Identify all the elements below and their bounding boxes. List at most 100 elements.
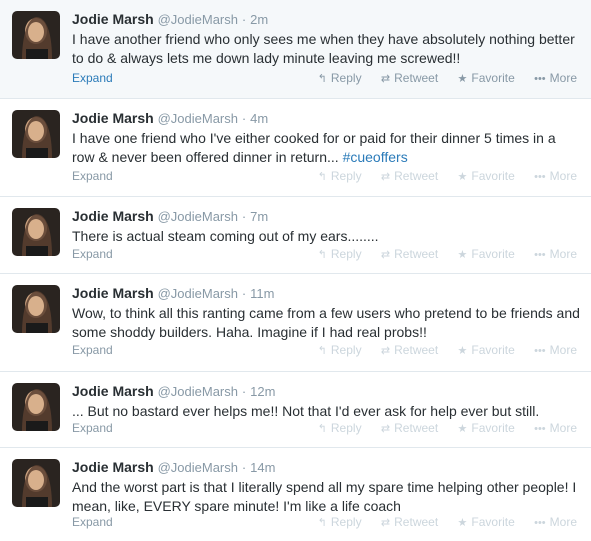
tweet-text: There is actual steam coming out of my e…	[72, 227, 581, 246]
tweet-timestamp[interactable]: 12m	[250, 384, 275, 399]
more-dots-icon: •••	[534, 423, 546, 435]
favorite-button[interactable]: ★ Favorite	[458, 246, 515, 263]
expand-link[interactable]: Expand	[72, 515, 113, 529]
retweet-button[interactable]: ⇄ Retweet	[381, 246, 438, 263]
reply-button[interactable]: ↰ Reply	[318, 420, 362, 437]
favorite-button[interactable]: ★ Favorite	[458, 420, 515, 437]
star-icon: ★	[457, 73, 468, 85]
reply-arrow-icon: ↰	[317, 171, 327, 183]
more-label: More	[549, 343, 577, 357]
author-handle[interactable]: @JodieMarsh	[158, 286, 238, 301]
favorite-label: Favorite	[471, 247, 515, 261]
tweet-text-body: I have another friend who only sees me w…	[72, 31, 575, 66]
more-dots-icon: •••	[534, 73, 546, 85]
more-button[interactable]: ••• More	[534, 342, 577, 359]
author-name[interactable]: Jodie Marsh	[72, 110, 154, 126]
favorite-button[interactable]: ★ Favorite	[458, 514, 515, 531]
more-button[interactable]: ••• More	[534, 168, 577, 185]
avatar[interactable]	[12, 383, 60, 431]
expand-link[interactable]: Expand	[72, 421, 113, 435]
author-name[interactable]: Jodie Marsh	[72, 383, 154, 399]
author-name[interactable]: Jodie Marsh	[72, 459, 154, 475]
tweet-text: I have another friend who only sees me w…	[72, 30, 581, 68]
reply-button[interactable]: ↰ Reply	[318, 168, 362, 185]
author-handle[interactable]: @JodieMarsh	[158, 460, 238, 475]
author-name[interactable]: Jodie Marsh	[72, 11, 154, 27]
favorite-button[interactable]: ★ Favorite	[458, 168, 515, 185]
star-icon: ★	[457, 249, 468, 261]
expand-link[interactable]: Expand	[72, 71, 113, 85]
expand-link[interactable]: Expand	[72, 247, 113, 261]
expand-link[interactable]: Expand	[72, 343, 113, 357]
more-dots-icon: •••	[534, 249, 546, 261]
more-button[interactable]: ••• More	[534, 420, 577, 437]
avatar[interactable]	[12, 110, 60, 158]
tweet[interactable]: Jodie Marsh @JodieMarsh · 11m Wow, to th…	[0, 274, 591, 372]
tweet-text-body: And the worst part is that I literally s…	[72, 479, 577, 514]
expand-link[interactable]: Expand	[72, 169, 113, 183]
favorite-button[interactable]: ★ Favorite	[458, 70, 515, 87]
reply-button[interactable]: ↰ Reply	[318, 246, 362, 263]
reply-button[interactable]: ↰ Reply	[318, 70, 362, 87]
more-button[interactable]: ••• More	[534, 70, 577, 87]
tweet-text-body: Wow, to think all this ranting came from…	[72, 305, 580, 340]
tweet-timeline: Jodie Marsh @JodieMarsh · 2m I have anot…	[0, 0, 591, 541]
more-dots-icon: •••	[534, 517, 546, 529]
reply-arrow-icon: ↰	[317, 345, 327, 357]
retweet-icon: ⇄	[380, 423, 391, 435]
tweet-timestamp[interactable]: 4m	[250, 111, 268, 126]
tweet[interactable]: Jodie Marsh @JodieMarsh · 2m I have anot…	[0, 0, 591, 99]
author-name[interactable]: Jodie Marsh	[72, 285, 154, 301]
more-button[interactable]: ••• More	[534, 514, 577, 531]
author-handle[interactable]: @JodieMarsh	[158, 384, 238, 399]
separator-dot: ·	[241, 286, 247, 301]
tweet[interactable]: Jodie Marsh @JodieMarsh · 14m And the wo…	[0, 448, 591, 541]
tweet-text: I have one friend who I've either cooked…	[72, 129, 581, 167]
favorite-label: Favorite	[471, 343, 515, 357]
tweet-timestamp[interactable]: 7m	[250, 209, 268, 224]
tweet-text-body: ... But no bastard ever helps me!! Not t…	[72, 403, 540, 419]
reply-button[interactable]: ↰ Reply	[318, 342, 362, 359]
avatar[interactable]	[12, 285, 60, 333]
tweet[interactable]: Jodie Marsh @JodieMarsh · 7m There is ac…	[0, 197, 591, 274]
more-label: More	[549, 247, 577, 261]
retweet-button[interactable]: ⇄ Retweet	[381, 70, 438, 87]
author-handle[interactable]: @JodieMarsh	[158, 12, 238, 27]
separator-dot: ·	[241, 384, 247, 399]
retweet-label: Retweet	[394, 515, 439, 529]
tweet-timestamp[interactable]: 14m	[250, 460, 275, 475]
retweet-icon: ⇄	[380, 517, 391, 529]
tweet-text-body: I have one friend who I've either cooked…	[72, 130, 556, 165]
retweet-button[interactable]: ⇄ Retweet	[381, 420, 438, 437]
tweet-text: And the worst part is that I literally s…	[72, 478, 581, 516]
author-handle[interactable]: @JodieMarsh	[158, 209, 238, 224]
hashtag-link[interactable]: #cueoffers	[343, 149, 408, 165]
star-icon: ★	[457, 171, 468, 183]
tweet-timestamp[interactable]: 2m	[250, 12, 268, 27]
tweet[interactable]: Jodie Marsh @JodieMarsh · 4m I have one …	[0, 99, 591, 197]
tweet-timestamp[interactable]: 11m	[250, 286, 274, 301]
retweet-label: Retweet	[394, 247, 439, 261]
author-handle[interactable]: @JodieMarsh	[158, 111, 238, 126]
tweet[interactable]: Jodie Marsh @JodieMarsh · 12m ... But no…	[0, 372, 591, 448]
retweet-label: Retweet	[394, 343, 439, 357]
more-button[interactable]: ••• More	[534, 246, 577, 263]
retweet-button[interactable]: ⇄ Retweet	[381, 342, 438, 359]
retweet-button[interactable]: ⇄ Retweet	[381, 168, 438, 185]
star-icon: ★	[457, 345, 468, 357]
avatar[interactable]	[12, 208, 60, 256]
reply-label: Reply	[330, 421, 362, 435]
favorite-label: Favorite	[471, 515, 515, 529]
avatar[interactable]	[12, 459, 60, 507]
avatar[interactable]	[12, 11, 60, 59]
reply-arrow-icon: ↰	[317, 423, 327, 435]
retweet-icon: ⇄	[380, 73, 391, 85]
reply-button[interactable]: ↰ Reply	[318, 514, 362, 531]
retweet-button[interactable]: ⇄ Retweet	[381, 514, 438, 531]
author-name[interactable]: Jodie Marsh	[72, 208, 154, 224]
reply-arrow-icon: ↰	[317, 73, 327, 85]
reply-label: Reply	[330, 343, 362, 357]
favorite-button[interactable]: ★ Favorite	[458, 342, 515, 359]
reply-arrow-icon: ↰	[317, 249, 327, 261]
separator-dot: ·	[241, 460, 247, 475]
